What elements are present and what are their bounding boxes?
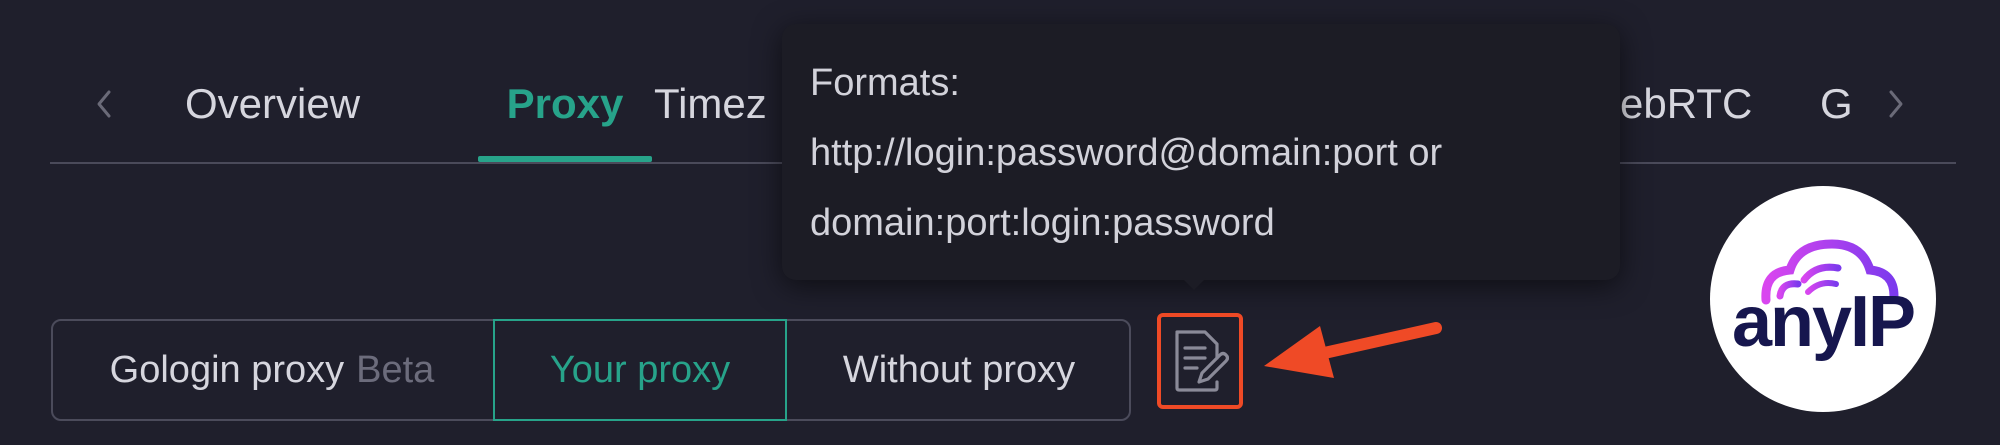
tab-timezone[interactable]: Timez <box>654 74 767 162</box>
tab-proxy[interactable]: Proxy <box>455 74 675 162</box>
proxy-format-tooltip: Formats: http://login:password@domain:po… <box>782 24 1620 280</box>
tooltip-caret <box>1182 278 1206 290</box>
tab-scroll-left-button[interactable] <box>84 80 124 128</box>
chevron-left-icon <box>97 90 111 118</box>
tooltip-heading: Formats: <box>810 62 960 104</box>
edit-document-icon <box>1175 330 1229 392</box>
red-arrow-icon <box>1264 322 1442 378</box>
tab-geolocation[interactable]: G <box>1820 74 1853 162</box>
logo-text: anyIP <box>1731 282 1916 362</box>
option-your-proxy[interactable]: Your proxy <box>493 319 787 421</box>
anyip-logo: anyIP <box>1710 186 1936 412</box>
tooltip-format-line: domain:port:login:password <box>810 202 1275 244</box>
option-gologin-proxy[interactable]: Gologin proxy Beta <box>51 319 493 421</box>
proxy-type-selector: Gologin proxy Beta Your proxy Without pr… <box>51 319 1131 421</box>
option-label: Without proxy <box>842 348 1076 391</box>
option-label: Gologin proxy <box>109 348 345 391</box>
active-tab-indicator <box>478 156 652 162</box>
tab-overview[interactable]: Overview <box>185 74 360 162</box>
beta-badge: Beta <box>356 348 435 391</box>
paste-proxy-button[interactable] <box>1157 313 1243 409</box>
option-label: Your proxy <box>549 348 731 391</box>
tab-webrtc[interactable]: ebRTC <box>1620 74 1752 162</box>
chevron-right-icon <box>1889 90 1903 118</box>
tab-scroll-right-button[interactable] <box>1876 80 1916 128</box>
screen: Overview Proxy Timez ebRTC G Formats: ht… <box>0 0 2000 445</box>
option-without-proxy[interactable]: Without proxy <box>787 319 1131 421</box>
tooltip-format-line: http://login:password@domain:port or <box>810 132 1443 174</box>
